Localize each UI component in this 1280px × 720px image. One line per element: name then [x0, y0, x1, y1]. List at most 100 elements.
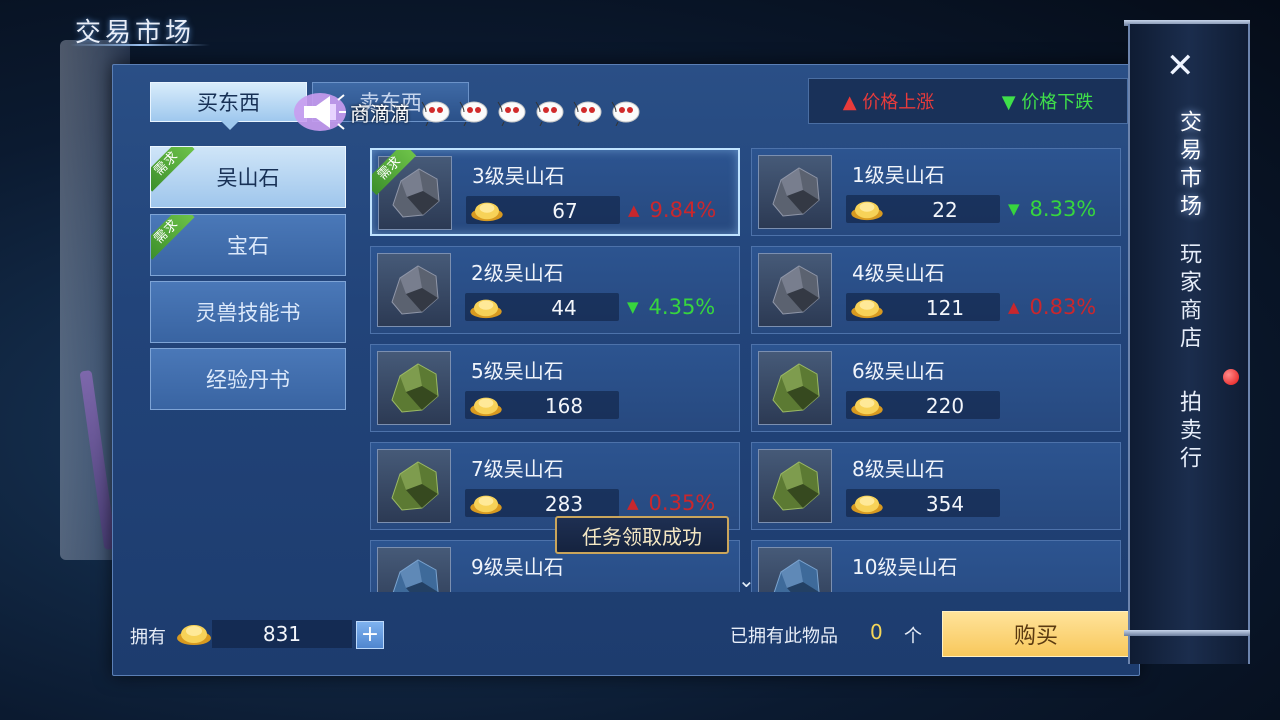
category-2[interactable]: 灵兽技能书 — [150, 281, 346, 343]
item-name: 10级吴山石 — [852, 555, 958, 579]
price-trend: ▲ 9.84% — [628, 198, 716, 222]
item-card[interactable]: 需求 3级吴山石 67 ▲ 9.84% — [370, 148, 740, 236]
item-name: 5级吴山石 — [471, 359, 564, 383]
arrow-up-icon: ▲ — [627, 494, 639, 512]
legend-down-label: 价格下跌 — [1021, 92, 1094, 113]
category-1[interactable]: 宝石 需求 — [150, 214, 346, 276]
price-box: 220 — [846, 391, 1000, 419]
scroll-rod-bottom — [1124, 630, 1250, 636]
item-price: 121 — [925, 296, 965, 320]
price-trend: ▼ 8.33% — [1008, 197, 1096, 221]
price-trend: ▲ 0.35% — [627, 491, 715, 515]
price-box: 354 — [846, 489, 1000, 517]
price-change: 8.33% — [1029, 197, 1097, 221]
legend-up: ▲ 价格上涨 — [843, 88, 935, 114]
stone-icon — [377, 547, 451, 592]
chick-emoji-icon — [608, 98, 642, 127]
price-trend: ▲ 0.83% — [1008, 295, 1096, 319]
legend-up-label: 价格上涨 — [862, 92, 935, 113]
add-currency-button[interactable]: + — [356, 621, 384, 649]
balance-label: 拥有 — [130, 627, 166, 648]
arrow-up-icon: ▲ — [628, 201, 640, 219]
side-nav-item-auction[interactable]: 拍卖行 — [1168, 390, 1204, 474]
gold-ingot-icon — [850, 491, 884, 515]
chick-emoji-icon — [532, 98, 566, 127]
chick-emoji-icon — [570, 98, 604, 127]
item-name: 4级吴山石 — [852, 261, 945, 285]
item-price: 220 — [925, 394, 965, 418]
arrow-down-icon: ▼ — [1001, 92, 1016, 113]
item-price: 44 — [551, 296, 577, 320]
gold-ingot-icon — [469, 491, 503, 515]
side-nav-item-market[interactable]: 交易市场 — [1168, 110, 1204, 222]
price-box: 22 — [846, 195, 1000, 223]
category-label: 灵兽技能书 — [195, 301, 301, 325]
item-card[interactable]: 6级吴山石 220 — [751, 344, 1121, 432]
item-card[interactable]: 4级吴山石 121 ▲ 0.83% — [751, 246, 1121, 334]
price-change: 0.83% — [1029, 295, 1097, 319]
item-price: 22 — [932, 198, 958, 222]
close-icon[interactable]: ✕ — [1166, 46, 1195, 86]
item-card[interactable]: 5级吴山石 168 — [370, 344, 740, 432]
stone-icon — [758, 449, 832, 523]
price-box: 283 — [465, 489, 619, 517]
category-label: 吴山石 — [216, 166, 280, 190]
stone-icon — [758, 253, 832, 327]
gold-ingot-icon — [850, 393, 884, 417]
owned-label: 已拥有此物品 — [730, 626, 838, 647]
item-card[interactable]: 10级吴山石 — [751, 540, 1121, 592]
arrow-down-icon: ▼ — [1008, 200, 1020, 218]
price-change: 0.35% — [648, 491, 716, 515]
item-list[interactable]: 需求 3级吴山石 67 ▲ 9.84% 1级吴山石 22 ▼ 8.33% 2级吴山石 44 ▼ 4.35… — [360, 132, 1130, 592]
item-name: 2级吴山石 — [471, 261, 564, 285]
chick-emoji-icon — [456, 98, 490, 127]
chick-emoji-icon — [494, 98, 528, 127]
title-underline — [70, 44, 210, 46]
notification-dot — [1223, 369, 1239, 385]
price-legend: ▲ 价格上涨 ▼ 价格下跌 — [808, 78, 1128, 124]
gold-ingot-icon — [850, 197, 884, 221]
need-tag: 需求 — [151, 215, 195, 260]
item-price: 67 — [552, 199, 578, 223]
item-name: 8级吴山石 — [852, 457, 945, 481]
item-name: 1级吴山石 — [852, 163, 945, 187]
price-change: 4.35% — [648, 295, 716, 319]
price-trend: ▼ 4.35% — [627, 295, 715, 319]
owned-unit: 个 — [904, 626, 922, 647]
item-price: 354 — [925, 492, 965, 516]
gold-ingot-icon — [176, 620, 212, 646]
category-0[interactable]: 吴山石 需求 — [150, 146, 346, 208]
item-name: 3级吴山石 — [472, 164, 565, 188]
gold-ingot-icon — [469, 295, 503, 319]
gold-ingot-icon — [469, 393, 503, 417]
stone-icon — [377, 253, 451, 327]
megaphone-icon — [292, 90, 348, 134]
price-box: 121 — [846, 293, 1000, 321]
price-box: 44 — [465, 293, 619, 321]
gold-ingot-icon — [470, 198, 504, 222]
item-price: 283 — [544, 492, 584, 516]
stone-icon — [758, 547, 832, 592]
item-card[interactable]: 8级吴山石 354 — [751, 442, 1121, 530]
balance-value: 831 — [212, 620, 352, 648]
item-name: 6级吴山石 — [852, 359, 945, 383]
item-card[interactable]: 2级吴山石 44 ▼ 4.35% — [370, 246, 740, 334]
item-card[interactable]: 1级吴山石 22 ▼ 8.33% — [751, 148, 1121, 236]
owned-count: 0 — [870, 620, 883, 644]
buy-button[interactable]: 购买 — [942, 611, 1130, 657]
chevron-down-icon[interactable]: ⌄ — [738, 568, 755, 592]
item-name: 7级吴山石 — [471, 457, 564, 481]
toast-message: 任务领取成功 — [555, 516, 729, 554]
broadcast-text: 商滴滴 — [350, 101, 410, 126]
arrow-down-icon: ▼ — [627, 298, 639, 316]
side-nav-item-player-shop[interactable]: 玩家商店 — [1168, 242, 1204, 354]
stone-icon — [758, 155, 832, 229]
price-change: 9.84% — [649, 198, 717, 222]
tab-buy[interactable]: 买东西 — [150, 82, 307, 130]
category-3[interactable]: 经验丹书 — [150, 348, 346, 410]
arrow-up-icon: ▲ — [1008, 298, 1020, 316]
legend-down: ▼ 价格下跌 — [1002, 88, 1094, 114]
chick-emoji-icon — [418, 98, 452, 127]
broadcast-bar: 商滴滴 — [292, 88, 692, 136]
arrow-up-icon: ▲ — [842, 92, 857, 113]
